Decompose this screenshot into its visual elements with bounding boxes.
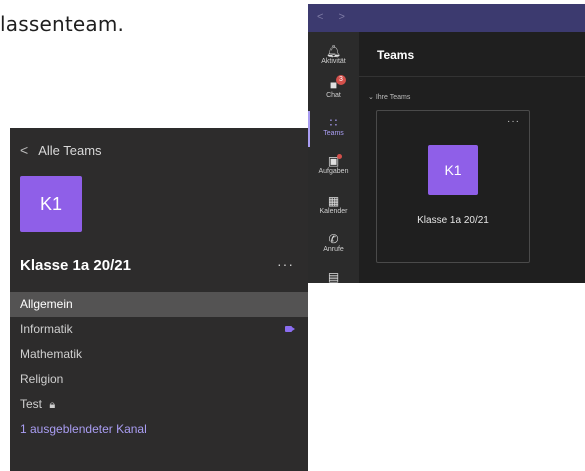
hidden-channels-link[interactable]: 1 ausgeblendeter Kanal <box>10 417 308 442</box>
rail-item-files[interactable]: ▤ <box>308 270 359 284</box>
rail-item-calendar[interactable]: ▦ Kalender <box>308 194 359 215</box>
rail-item-teams[interactable]: ∷ Teams <box>308 116 359 137</box>
assignments-icon: ▣ <box>327 154 340 168</box>
calendar-icon: ▦ <box>327 194 340 208</box>
channel-label: Religion <box>20 372 64 386</box>
section-label[interactable]: ⌄ Ihre Teams <box>368 93 410 101</box>
chat-badge: 3 <box>336 75 346 85</box>
content-header: Teams <box>359 32 585 77</box>
notification-dot <box>337 154 342 159</box>
bell-icon: 🔔︎ <box>325 44 342 58</box>
channel-label: 1 ausgeblendeter Kanal <box>20 422 147 436</box>
channel-informatik[interactable]: Informatik <box>10 317 308 342</box>
more-options-icon[interactable]: ··· <box>507 116 520 127</box>
back-to-all-teams[interactable]: < Alle Teams <box>20 142 102 158</box>
rail-label: Chat <box>326 92 341 99</box>
teams-app-window: < > 🔔︎ Aktivität ■ 3 Chat ∷ Teams ▣ Aufg… <box>308 4 585 284</box>
team-channels-panel: < Alle Teams K1 Klasse 1a 20/21 ··· Allg… <box>10 128 308 471</box>
rail-item-activity[interactable]: 🔔︎ Aktivität <box>308 44 359 65</box>
team-card-initials: K1 <box>444 162 462 178</box>
phone-icon: ✆ <box>328 232 339 246</box>
app-rail: 🔔︎ Aktivität ■ 3 Chat ∷ Teams ▣ Aufgaben… <box>308 32 359 284</box>
team-card-avatar: K1 <box>428 145 478 195</box>
file-icon: ▤ <box>327 270 340 284</box>
channel-list: Allgemein Informatik Mathematik Religion… <box>10 292 308 442</box>
your-teams-label: Ihre Teams <box>375 94 411 101</box>
team-card[interactable]: ··· K1 Klasse 1a 20/21 <box>376 110 530 263</box>
collapse-chevron-icon: ⌄ <box>368 94 374 101</box>
team-card-name: Klasse 1a 20/21 <box>417 215 489 226</box>
channel-label: Test <box>20 397 43 411</box>
channel-label: Allgemein <box>20 297 73 311</box>
rail-item-calls[interactable]: ✆ Anrufe <box>308 232 359 253</box>
rail-label: Teams <box>323 130 344 137</box>
rail-item-assignments[interactable]: ▣ Aufgaben <box>308 154 359 175</box>
rail-label: Aufgaben <box>318 168 349 175</box>
rail-label: Kalender <box>319 208 348 215</box>
team-initials: K1 <box>39 193 63 214</box>
channel-mathematik[interactable]: Mathematik <box>10 342 308 367</box>
channel-label: Informatik <box>20 322 73 336</box>
title-bar: < > <box>308 4 585 32</box>
chevron-left-icon: < <box>20 142 29 158</box>
channel-allgemein[interactable]: Allgemein <box>10 292 308 317</box>
chat-icon: ■ <box>329 78 338 92</box>
channel-label: Mathematik <box>20 347 83 361</box>
channel-religion[interactable]: Religion <box>10 367 308 392</box>
lock-icon: 🔒︎ <box>49 399 56 411</box>
back-label: Alle Teams <box>38 142 102 158</box>
page-title: Teams <box>377 48 415 62</box>
document-text: lassenteam. <box>0 12 125 36</box>
rail-label: Aktivität <box>321 58 346 65</box>
rail-item-chat[interactable]: ■ 3 Chat <box>308 75 359 99</box>
channel-test[interactable]: Test 🔒︎ <box>10 392 308 417</box>
more-options-icon[interactable]: ··· <box>277 256 294 272</box>
meeting-video-icon <box>285 326 295 332</box>
team-avatar[interactable]: K1 <box>20 176 82 232</box>
nav-arrows-icon[interactable]: < > <box>317 11 351 23</box>
team-name: Klasse 1a 20/21 <box>20 257 131 274</box>
rail-label: Anrufe <box>323 246 344 253</box>
teams-icon: ∷ <box>329 116 338 130</box>
